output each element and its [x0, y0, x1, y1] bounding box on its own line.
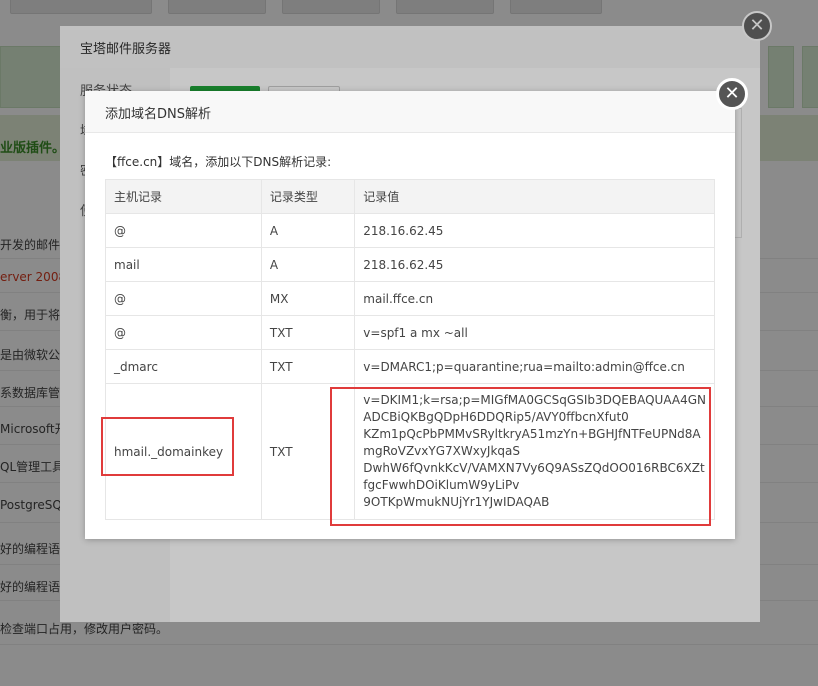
- value-cell: v=DMARC1;p=quarantine;rua=mailto:admin@f…: [354, 349, 715, 384]
- close-icon[interactable]: ✕: [716, 78, 748, 110]
- value-cell: mail.ffce.cn: [354, 281, 715, 316]
- value-cell: v=spf1 a mx ~all: [354, 315, 715, 350]
- type-cell: A: [260, 213, 356, 248]
- type-cell: A: [260, 247, 356, 282]
- value-cell: 218.16.62.45: [354, 247, 715, 282]
- table-row: mail A 218.16.62.45: [105, 247, 715, 282]
- dkim-value-cell: v=DKIM1;k=rsa;p=MIGfMA0GCSqGSIb3DQEBAQUA…: [354, 383, 715, 520]
- host-cell: @: [105, 281, 262, 316]
- dns-intro-text: 【ffce.cn】域名，添加以下DNS解析记录:: [105, 155, 332, 169]
- host-cell: _dmarc: [105, 349, 262, 384]
- dkim-row: hmail._domainkey TXT v=DKIM1;k=rsa;p=MIG…: [105, 383, 715, 520]
- table-row: _dmarc TXT v=DMARC1;p=quarantine;rua=mai…: [105, 349, 715, 384]
- dns-records-table: 主机记录 记录类型 记录值 @ A 218.16.62.45 mail A 21…: [105, 179, 715, 520]
- column-header-type: 记录类型: [260, 179, 356, 214]
- dns-dialog: 添加域名DNS解析 【ffce.cn】域名，添加以下DNS解析记录: 主机记录 …: [85, 91, 735, 539]
- dkim-value-line: DwhW6fQvnkKcV/VAMXN7Vy6Q9ASsZQdOO016RBC6…: [363, 461, 705, 475]
- type-cell: TXT: [260, 315, 356, 350]
- value-cell: 218.16.62.45: [354, 213, 715, 248]
- table-row: @ TXT v=spf1 a mx ~all: [105, 315, 715, 350]
- type-cell: MX: [260, 281, 356, 316]
- dialog-title: 添加域名DNS解析: [105, 107, 211, 122]
- dkim-value-line: mgRoVZvxYG7XWxyJkqaS: [363, 444, 520, 458]
- dkim-value-line: v=DKIM1;k=rsa;p=MIGfMA0GCSqGSIb3DQEBAQUA…: [363, 393, 706, 407]
- host-cell: mail: [105, 247, 262, 282]
- dkim-value-line: ADCBiQKBgQDpH6DDQRip5/AVY0ffbcnXfut0: [363, 410, 629, 424]
- dkim-value-line: fgcFwwhDOiKlumW9yLiPv: [363, 478, 520, 492]
- dialog-header: 添加域名DNS解析: [85, 91, 735, 133]
- host-cell: @: [105, 213, 262, 248]
- dkim-value-text: v=DKIM1;k=rsa;p=MIGfMA0GCSqGSIb3DQEBAQUA…: [363, 392, 706, 511]
- column-header-host: 主机记录: [105, 179, 262, 214]
- dkim-type-cell: TXT: [260, 383, 356, 520]
- table-header-row: 主机记录 记录类型 记录值: [105, 179, 715, 214]
- dkim-value-line: 9OTKpWmukNUjYr1YJwIDAQAB: [363, 495, 550, 509]
- dkim-value-line: KZm1pQcPbPMMvSRyltkryA51mzYn+BGHJfNTFeUP…: [363, 427, 701, 441]
- host-cell: @: [105, 315, 262, 350]
- dkim-host-cell: hmail._domainkey: [105, 383, 262, 520]
- column-header-value: 记录值: [354, 179, 715, 214]
- table-row: @ A 218.16.62.45: [105, 213, 715, 248]
- table-row: @ MX mail.ffce.cn: [105, 281, 715, 316]
- type-cell: TXT: [260, 349, 356, 384]
